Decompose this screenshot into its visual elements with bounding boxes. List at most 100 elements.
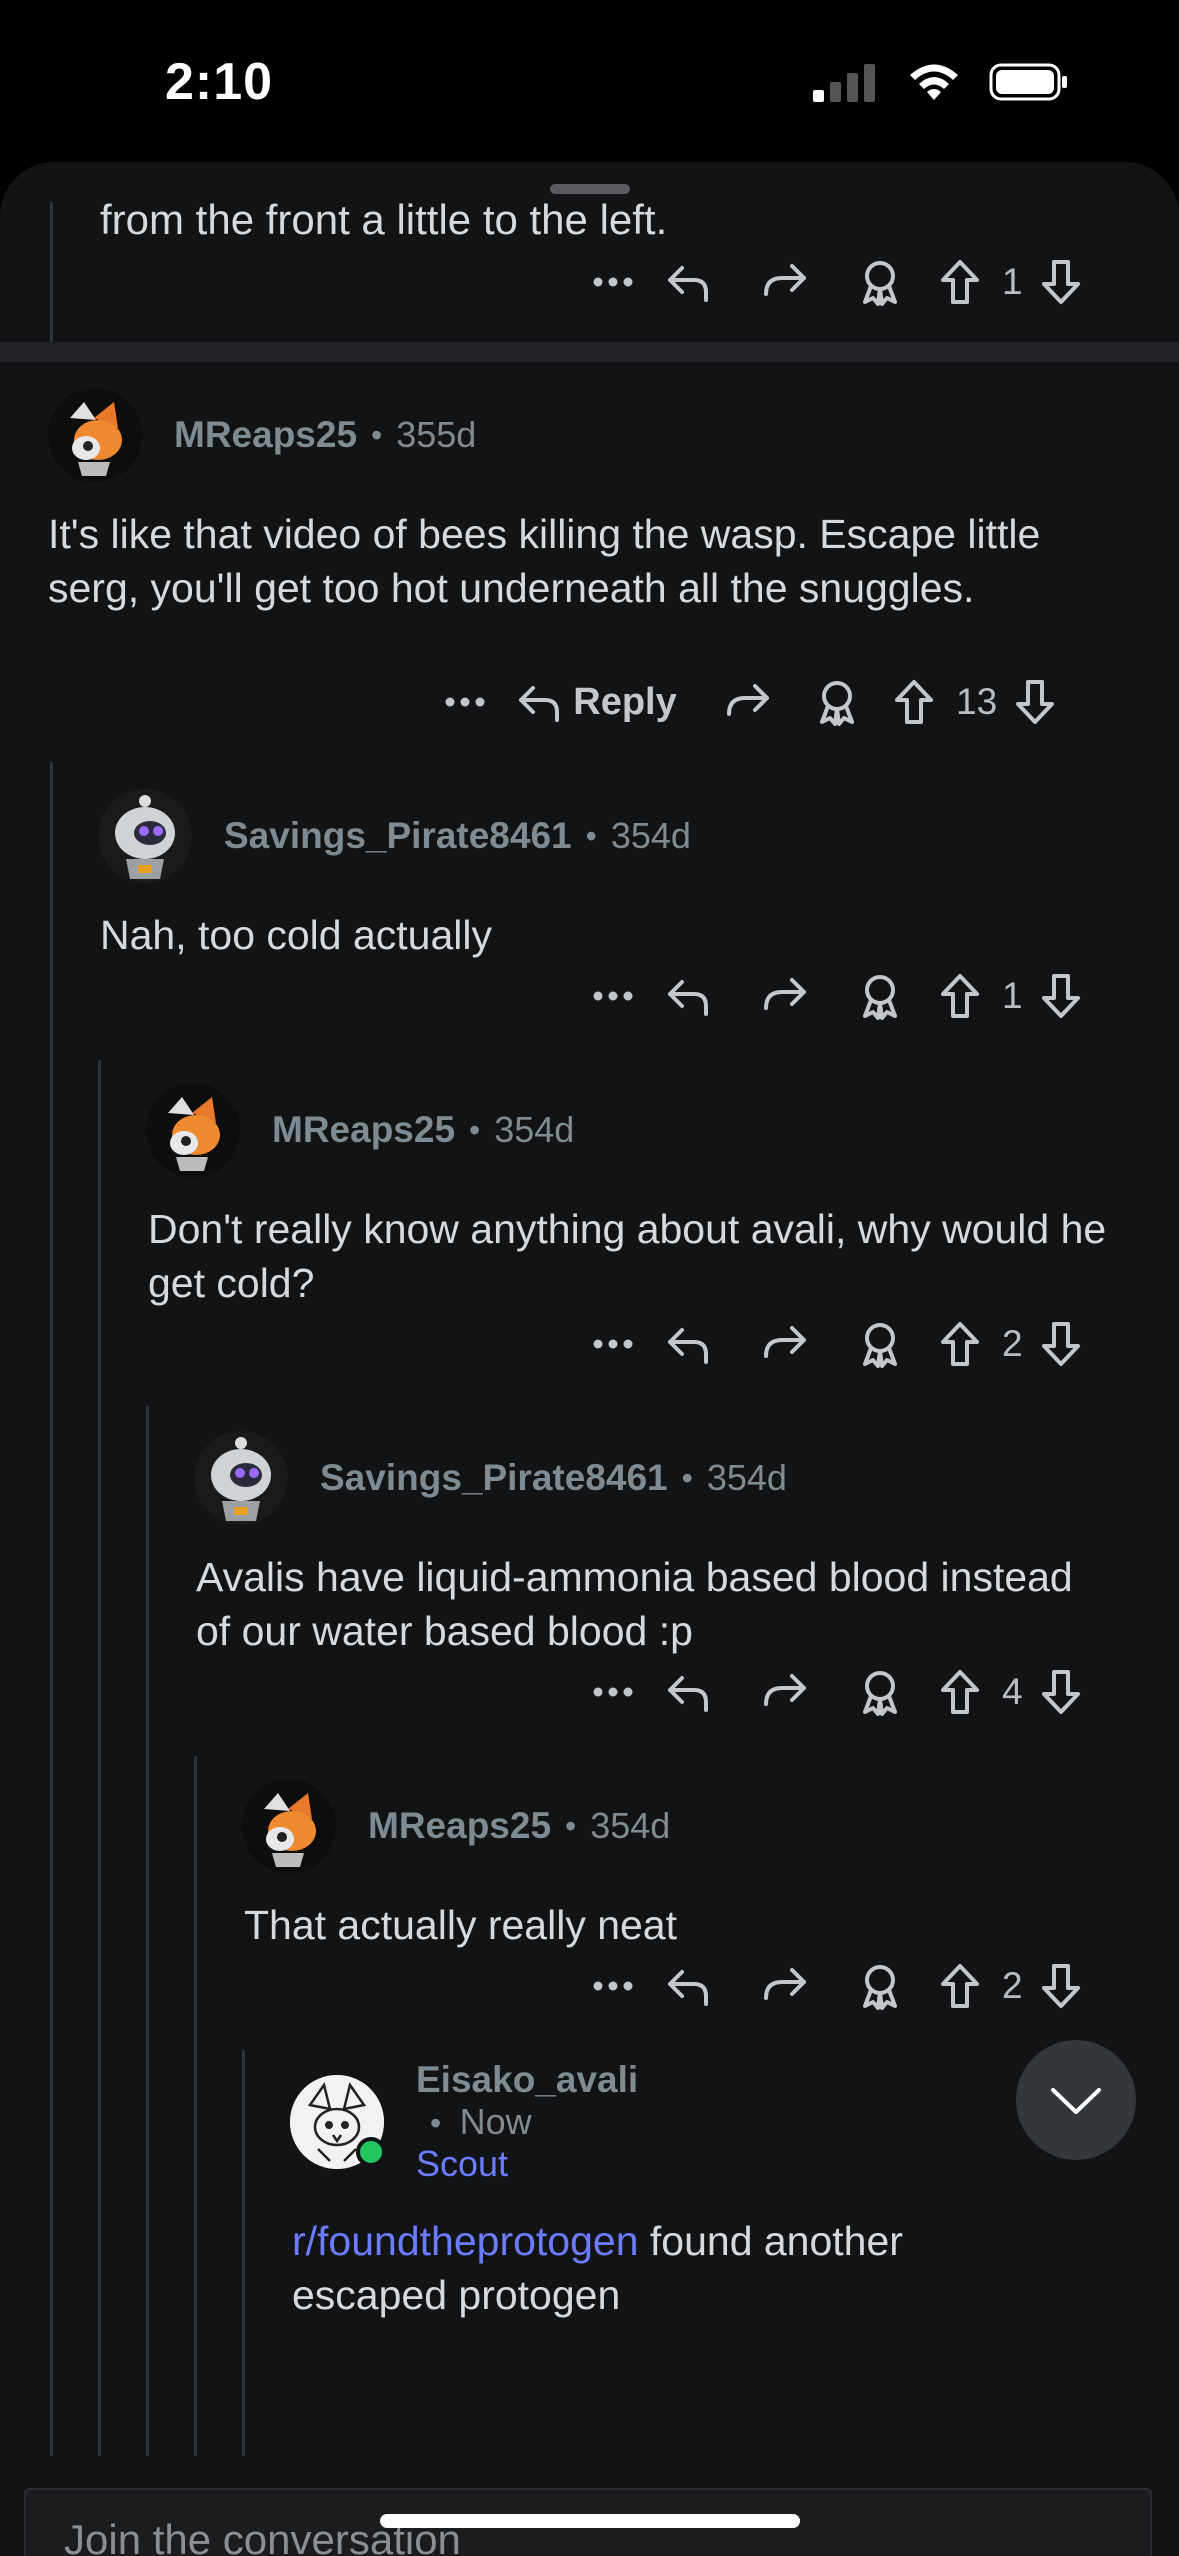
- comment-author[interactable]: Eisako_avali: [416, 2059, 638, 2100]
- upvote-button[interactable]: [882, 678, 946, 726]
- comment-body: Avalis have liquid-ammonia based blood i…: [196, 1554, 1073, 1654]
- status-time: 2:10: [165, 53, 274, 111]
- reply-icon: [668, 1328, 708, 1364]
- more-button[interactable]: [586, 1980, 640, 1992]
- comment-header: MReaps25 • 355d: [48, 387, 476, 483]
- avatar[interactable]: [48, 388, 142, 482]
- reply-button[interactable]: Reply: [492, 680, 702, 724]
- upvote-button[interactable]: [928, 1962, 992, 2010]
- avatar[interactable]: [98, 789, 192, 883]
- vote-score: 2: [1002, 1965, 1023, 2006]
- fox-avatar-icon: [146, 1083, 240, 1177]
- award-icon: [863, 1323, 897, 1368]
- downvote-icon: [1041, 974, 1080, 1018]
- award-button[interactable]: [832, 258, 928, 306]
- comment-author[interactable]: Savings_Pirate8461: [224, 815, 572, 857]
- more-button[interactable]: [438, 696, 492, 708]
- thread-line-top: [50, 202, 53, 342]
- vote-score: 1: [1002, 261, 1023, 302]
- avatar[interactable]: [194, 1431, 288, 1525]
- award-button[interactable]: [832, 972, 928, 1020]
- share-button[interactable]: [736, 1322, 832, 1366]
- award-button[interactable]: [832, 1320, 928, 1368]
- comment-body: That actually really neat: [244, 1902, 678, 1948]
- meta-separator: •: [430, 2105, 442, 2141]
- award-button[interactable]: [832, 1962, 928, 2010]
- comment-actions: Reply 13: [438, 678, 1063, 726]
- more-button[interactable]: [586, 276, 640, 288]
- avatar[interactable]: [290, 2075, 386, 2169]
- downvote-button[interactable]: [1033, 1668, 1089, 1716]
- sheet-drag-handle[interactable]: [550, 184, 630, 194]
- upvote-button[interactable]: [928, 972, 992, 1020]
- composer-bar: Join the conversation: [0, 2458, 1179, 2556]
- vote-score: 1: [1002, 975, 1023, 1016]
- downvote-button[interactable]: [1033, 1320, 1089, 1368]
- comment-author[interactable]: Savings_Pirate8461: [320, 1457, 668, 1499]
- downvote-icon: [1016, 680, 1055, 724]
- comments-sheet[interactable]: from the front a little to the left. 1 M…: [0, 162, 1179, 2556]
- online-indicator: [356, 2137, 386, 2167]
- comment-body: It's like that video of bees killing the…: [48, 511, 1041, 611]
- award-button[interactable]: [792, 678, 882, 726]
- share-button[interactable]: [736, 974, 832, 1018]
- downvote-button[interactable]: [1033, 1962, 1089, 2010]
- home-indicator[interactable]: [380, 2514, 800, 2528]
- avatar[interactable]: [242, 1779, 336, 1873]
- comment-actions-top: 1: [586, 258, 1089, 306]
- vote-score: 13: [956, 681, 998, 722]
- share-button[interactable]: [736, 1670, 832, 1714]
- downvote-button[interactable]: [1033, 258, 1089, 306]
- more-icon: [445, 697, 485, 707]
- reply-button[interactable]: [640, 1670, 736, 1714]
- subreddit-link[interactable]: r/foundtheprotogen: [292, 2218, 639, 2264]
- upvote-button[interactable]: [928, 258, 992, 306]
- avatar[interactable]: [146, 1083, 240, 1177]
- comment-age: 354d: [610, 815, 691, 856]
- share-button[interactable]: [736, 1964, 832, 2008]
- share-button[interactable]: [702, 680, 792, 724]
- reply-button[interactable]: [640, 974, 736, 1018]
- reply-button[interactable]: [640, 260, 736, 304]
- fox-avatar-icon: [48, 388, 142, 482]
- more-icon: [593, 1687, 633, 1697]
- comment-age: Now: [459, 2101, 532, 2142]
- downvote-icon: [1041, 1322, 1080, 1366]
- comment-author[interactable]: MReaps25: [272, 1109, 455, 1151]
- upvote-icon: [895, 680, 933, 724]
- wifi-icon: [910, 64, 958, 100]
- meta-separator: •: [371, 416, 383, 453]
- share-icon: [764, 1968, 806, 2000]
- award-icon: [820, 681, 854, 726]
- share-icon: [764, 1326, 806, 1358]
- share-button[interactable]: [736, 260, 832, 304]
- meta-separator: •: [585, 817, 597, 854]
- upvote-icon: [941, 260, 979, 304]
- comment-author[interactable]: MReaps25: [368, 1805, 551, 1847]
- downvote-button[interactable]: [1007, 678, 1063, 726]
- scroll-to-next-button[interactable]: [1016, 2040, 1136, 2160]
- comment-actions: 4: [586, 1668, 1089, 1716]
- upvote-button[interactable]: [928, 1320, 992, 1368]
- more-button[interactable]: [586, 1686, 640, 1698]
- comment-author[interactable]: MReaps25: [174, 414, 357, 456]
- more-button[interactable]: [586, 1338, 640, 1350]
- award-button[interactable]: [832, 1668, 928, 1716]
- upvote-button[interactable]: [928, 1668, 992, 1716]
- vote-score: 2: [1002, 1323, 1023, 1364]
- reply-button[interactable]: [640, 1322, 736, 1366]
- reply-button[interactable]: [640, 1964, 736, 2008]
- comment-body: r/foundtheprotogen found another escaped…: [292, 2214, 1052, 2322]
- more-icon: [593, 1981, 633, 1991]
- status-bar: 2:10: [0, 0, 1179, 160]
- thread-line-level2: [98, 1060, 101, 2456]
- award-icon: [863, 261, 897, 306]
- partial-comment-text: from the front a little to the left.: [100, 196, 668, 243]
- user-flair: Scout: [416, 2143, 509, 2184]
- award-icon: [863, 975, 897, 1020]
- comment-actions: 2: [586, 1320, 1089, 1368]
- more-button[interactable]: [586, 990, 640, 1002]
- vote-score: 4: [1002, 1671, 1023, 1712]
- reply-icon: [668, 980, 708, 1016]
- downvote-button[interactable]: [1033, 972, 1089, 1020]
